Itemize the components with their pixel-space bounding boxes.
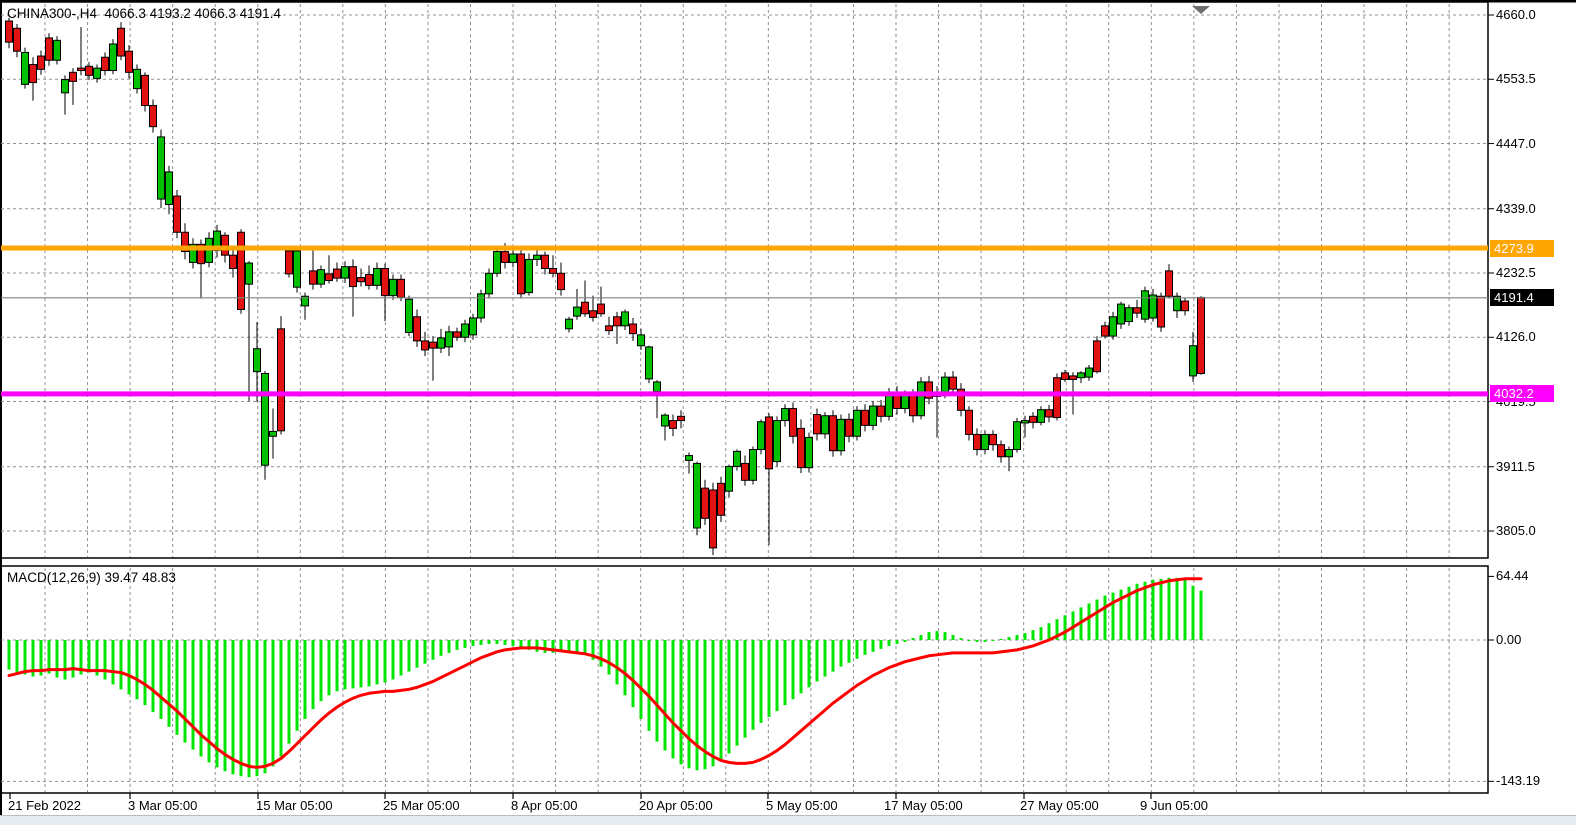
price-axis-label: 3805.0	[1496, 523, 1536, 538]
time-axis-label: 9 Jun 05:00	[1140, 798, 1208, 813]
macd-axis-label: -143.19	[1496, 773, 1541, 789]
time-axis-label: 27 May 05:00	[1020, 798, 1099, 813]
window-footer-strip	[0, 815, 1576, 825]
time-axis-label: 17 May 05:00	[884, 798, 963, 813]
time-axis-label: 21 Feb 2022	[8, 798, 82, 813]
price-axis-label: 4126.0	[1496, 329, 1536, 345]
chart-title: CHINA300-,H4 4066.3 4193.2 4066.3 4191.4	[7, 6, 281, 21]
time-axis-label: 3 Mar 05:00	[128, 798, 198, 813]
support-price-badge: 4032.2	[1490, 385, 1554, 403]
macd-axis-label: 0.00	[1496, 632, 1522, 647]
resistance-price-badge: 4273.9	[1490, 239, 1554, 257]
price-axis-label: 4339.0	[1496, 200, 1536, 216]
price-axis-label: 4553.5	[1496, 71, 1536, 87]
time-axis-label: 25 Mar 05:00	[383, 798, 460, 813]
mt4-chart-window: CHINA300-,H4 4066.3 4193.2 4066.3 4191.4…	[0, 0, 1576, 825]
chart-canvas[interactable]	[0, 0, 1576, 825]
time-axis-label: 15 Mar 05:00	[256, 798, 333, 813]
macd-indicator-label: MACD(12,26,9) 39.47 48.83	[7, 570, 176, 585]
price-axis-label: 3911.5	[1496, 458, 1535, 474]
price-axis-label: 4660.0	[1496, 7, 1536, 22]
time-axis-label: 20 Apr 05:00	[639, 798, 713, 813]
price-axis-label: 4447.0	[1496, 135, 1536, 151]
time-axis-label: 5 May 05:00	[766, 798, 838, 813]
macd-axis-label: 64.44	[1496, 568, 1529, 584]
price-axis-label: 4232.5	[1496, 265, 1536, 280]
time-axis-label: 8 Apr 05:00	[511, 798, 578, 813]
last-price-badge: 4191.4	[1490, 289, 1554, 307]
